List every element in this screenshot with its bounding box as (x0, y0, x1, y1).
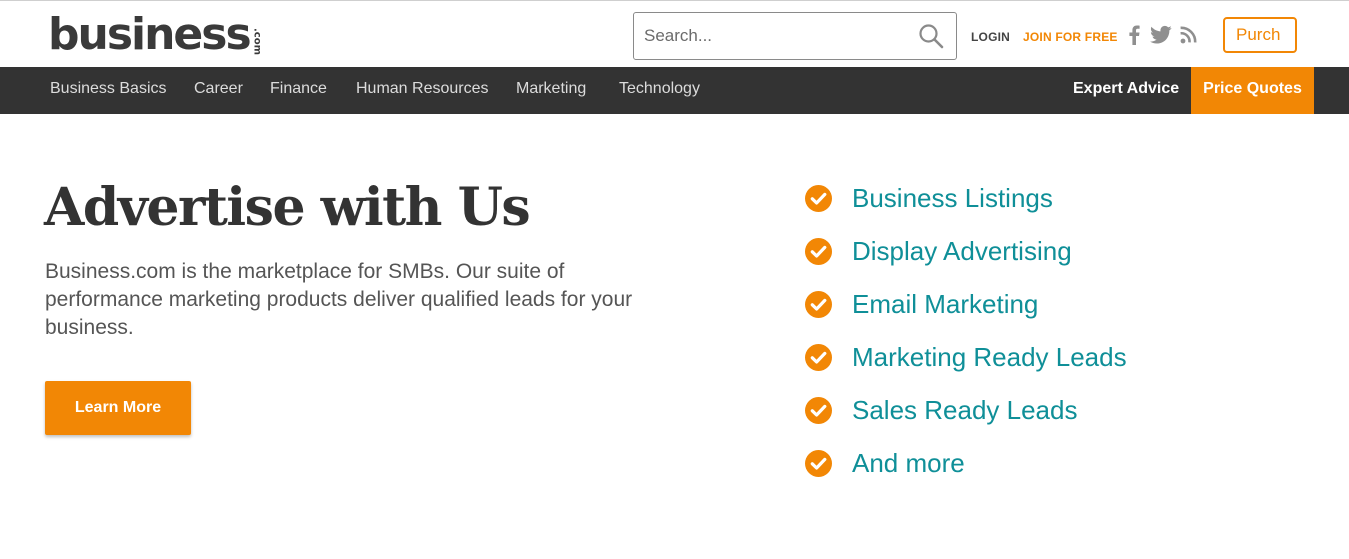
page: business .com LOGIN JOIN FOR FREE Purch … (0, 0, 1349, 559)
main-nav: Business Basics Career Finance Human Res… (0, 67, 1349, 114)
list-item: Display Advertising (805, 225, 1072, 278)
product-link-sales-ready-leads[interactable]: Sales Ready Leads (852, 395, 1077, 426)
check-circle-icon (805, 238, 832, 265)
intro-text: Business.com is the marketplace for SMBs… (45, 260, 633, 339)
list-item: Sales Ready Leads (805, 384, 1077, 437)
product-link-and-more[interactable]: And more (852, 448, 965, 479)
nav-item-technology[interactable]: Technology (619, 67, 700, 114)
product-link-business-listings[interactable]: Business Listings (852, 183, 1053, 214)
list-item: Business Listings (805, 172, 1053, 225)
list-item: And more (805, 437, 965, 490)
join-link[interactable]: JOIN FOR FREE (1023, 30, 1118, 44)
logo-text: business (48, 9, 252, 60)
list-item: Email Marketing (805, 278, 1038, 331)
check-circle-icon (805, 185, 832, 212)
logo-suffix: .com (251, 27, 263, 55)
purch-button[interactable]: Purch (1223, 17, 1297, 53)
check-circle-icon (805, 397, 832, 424)
search-box (633, 12, 957, 60)
nav-item-marketing[interactable]: Marketing (516, 67, 586, 114)
facebook-icon[interactable] (1128, 25, 1140, 45)
top-bar: business .com LOGIN JOIN FOR FREE Purch (0, 0, 1349, 67)
product-link-marketing-ready-leads[interactable]: Marketing Ready Leads (852, 342, 1127, 373)
rss-icon[interactable] (1180, 25, 1198, 45)
nav-item-career[interactable]: Career (194, 67, 243, 114)
page-title: Advertise with Us (44, 177, 531, 238)
nav-price-quotes[interactable]: Price Quotes (1191, 67, 1314, 114)
nav-item-human-resources[interactable]: Human Resources (356, 67, 489, 114)
twitter-icon[interactable] (1150, 25, 1172, 45)
check-circle-icon (805, 291, 832, 318)
check-circle-icon (805, 450, 832, 477)
learn-more-button[interactable]: Learn More (45, 381, 191, 435)
list-item: Marketing Ready Leads (805, 331, 1127, 384)
nav-item-business-basics[interactable]: Business Basics (50, 67, 167, 114)
login-link[interactable]: LOGIN (971, 30, 1010, 44)
check-circle-icon (805, 344, 832, 371)
search-icon[interactable] (918, 23, 944, 49)
nav-item-finance[interactable]: Finance (270, 67, 327, 114)
nav-expert-advice[interactable]: Expert Advice (1073, 67, 1179, 114)
product-link-email-marketing[interactable]: Email Marketing (852, 289, 1038, 320)
product-link-display-advertising[interactable]: Display Advertising (852, 236, 1072, 267)
search-input[interactable] (634, 16, 904, 56)
site-logo[interactable]: business .com (48, 9, 263, 60)
